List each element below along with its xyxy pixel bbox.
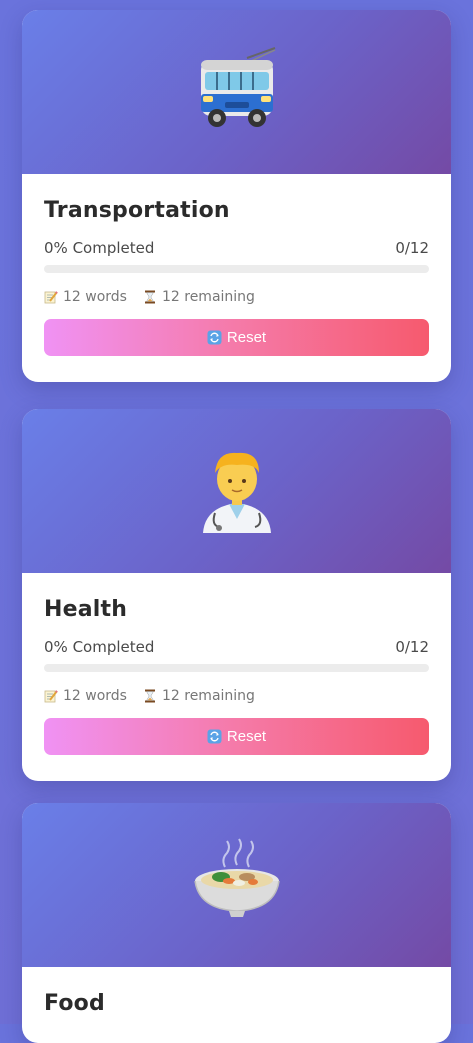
card-title: Health (44, 597, 128, 622)
remaining-stat: 12 remaining (143, 688, 255, 704)
card-hero (22, 803, 451, 967)
hourglass-icon (144, 689, 155, 703)
stats-row: 12 words 12 remaining (44, 289, 429, 305)
pot-of-food-icon (193, 838, 280, 917)
progress-label: 0% Completed (44, 638, 155, 656)
reset-button[interactable]: Reset (44, 319, 429, 356)
card-hero (22, 10, 451, 174)
progress-bar (44, 664, 429, 672)
progress-count: 0/12 (395, 638, 429, 656)
category-card-food[interactable]: Food (22, 803, 451, 1043)
memo-icon (44, 291, 58, 304)
word-count-stat: 12 words (44, 688, 127, 704)
progress-count: 0/12 (395, 239, 429, 257)
remaining-count: 12 remaining (161, 688, 255, 704)
refresh-icon (207, 729, 222, 744)
reset-label: Reset (226, 329, 267, 346)
hourglass-icon (144, 290, 155, 304)
progress-row: 0% Completed 0/12 (44, 638, 429, 656)
health-worker-icon (202, 452, 271, 533)
category-card-health[interactable]: Health 0% Completed 0/12 12 words 12 rem… (22, 409, 451, 781)
reset-label: Reset (226, 728, 267, 745)
remaining-count: 12 remaining (161, 289, 255, 305)
card-body: Food (22, 967, 451, 1043)
word-count-stat: 12 words (44, 289, 127, 305)
word-count: 12 words (63, 289, 127, 305)
trolleybus-icon (200, 47, 275, 127)
remaining-stat: 12 remaining (143, 289, 255, 305)
reset-button[interactable]: Reset (44, 718, 429, 755)
progress-bar (44, 265, 429, 273)
card-body: Transportation 0% Completed 0/12 12 word… (22, 174, 451, 378)
word-count: 12 words (63, 688, 127, 704)
card-body: Health 0% Completed 0/12 12 words 12 rem… (22, 573, 451, 777)
card-title: Food (44, 991, 105, 1016)
category-card-transportation[interactable]: Transportation 0% Completed 0/12 12 word… (22, 10, 451, 382)
memo-icon (44, 690, 58, 703)
card-hero (22, 409, 451, 573)
progress-label: 0% Completed (44, 239, 155, 257)
progress-row: 0% Completed 0/12 (44, 239, 429, 257)
stats-row: 12 words 12 remaining (44, 688, 429, 704)
refresh-icon (207, 330, 222, 345)
card-title: Transportation (44, 198, 230, 223)
